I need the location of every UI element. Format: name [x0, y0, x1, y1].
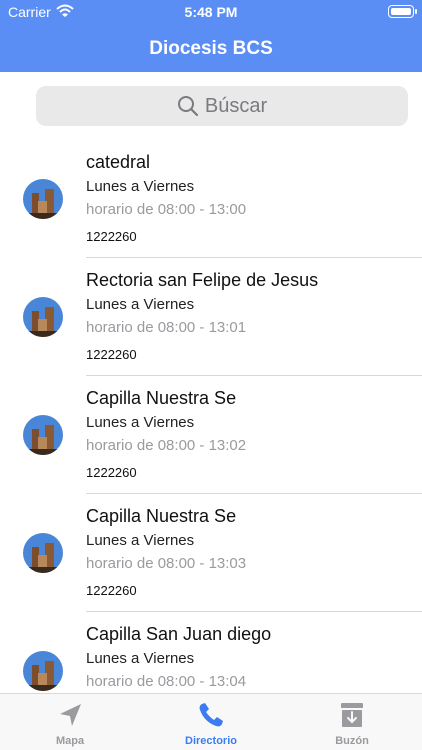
church-hours: horario de 08:00 - 13:02 [86, 437, 247, 454]
church-days: Lunes a Viernes [86, 532, 195, 549]
list-item[interactable]: Capilla San Juan diego Lunes a Viernes h… [0, 612, 422, 693]
church-avatar [23, 297, 63, 337]
church-avatar [23, 415, 63, 455]
tab-mapa[interactable]: Mapa [0, 694, 140, 750]
list-item[interactable]: Capilla Nuestra Se Lunes a Viernes horar… [0, 376, 422, 494]
tab-buzon[interactable]: Buzón [282, 694, 422, 750]
church-days: Lunes a Viernes [86, 178, 195, 195]
list-item[interactable]: Rectoria san Felipe de Jesus Lunes a Vie… [0, 258, 422, 376]
church-phone[interactable]: 1222260 [86, 465, 137, 480]
list-item[interactable]: Capilla Nuestra Se Lunes a Viernes horar… [0, 494, 422, 612]
church-phone[interactable]: 1222260 [86, 347, 137, 362]
tab-label: Mapa [55, 735, 85, 747]
church-phone[interactable]: 1222260 [86, 229, 137, 244]
search-placeholder: Búscar [204, 94, 268, 117]
church-avatar [23, 179, 63, 219]
church-name: Rectoria san Felipe de Jesus [86, 270, 319, 290]
church-name: Capilla Nuestra Se [86, 506, 237, 526]
church-avatar [23, 533, 63, 573]
tab-label: Directorio [185, 735, 237, 747]
page-title: Diocesis BCS [149, 38, 273, 59]
phone-icon [199, 703, 223, 727]
church-avatar [23, 651, 63, 691]
battery-icon [388, 5, 417, 18]
church-hours: horario de 08:00 - 13:04 [86, 673, 247, 690]
church-list[interactable]: catedral Lunes a Viernes horario de 08:0… [0, 140, 422, 693]
tab-label: Buzón [335, 735, 369, 747]
navigation-header: Carrier 5:48 PM Diocesis BCS [0, 0, 422, 72]
location-arrow-icon [60, 704, 81, 726]
church-hours: horario de 08:00 - 13:00 [86, 201, 247, 218]
inbox-download-icon [341, 703, 363, 727]
church-hours: horario de 08:00 - 13:03 [86, 555, 247, 572]
church-phone[interactable]: 1222260 [86, 583, 137, 598]
tab-directorio[interactable]: Directorio [141, 694, 281, 750]
list-item[interactable]: catedral Lunes a Viernes horario de 08:0… [0, 140, 422, 258]
church-name: Capilla San Juan diego [86, 624, 272, 644]
church-name: catedral [86, 152, 151, 172]
search-icon [177, 96, 198, 117]
tab-bar: Mapa Directorio Buzón [0, 693, 422, 750]
church-days: Lunes a Viernes [86, 296, 195, 313]
status-bar: Carrier 5:48 PM [0, 0, 422, 24]
clock: 5:48 PM [184, 4, 238, 20]
church-days: Lunes a Viernes [86, 414, 195, 431]
church-days: Lunes a Viernes [86, 650, 195, 667]
church-hours: horario de 08:00 - 13:01 [86, 319, 247, 336]
search-bar[interactable]: Búscar [36, 86, 408, 126]
church-name: Capilla Nuestra Se [86, 388, 237, 408]
